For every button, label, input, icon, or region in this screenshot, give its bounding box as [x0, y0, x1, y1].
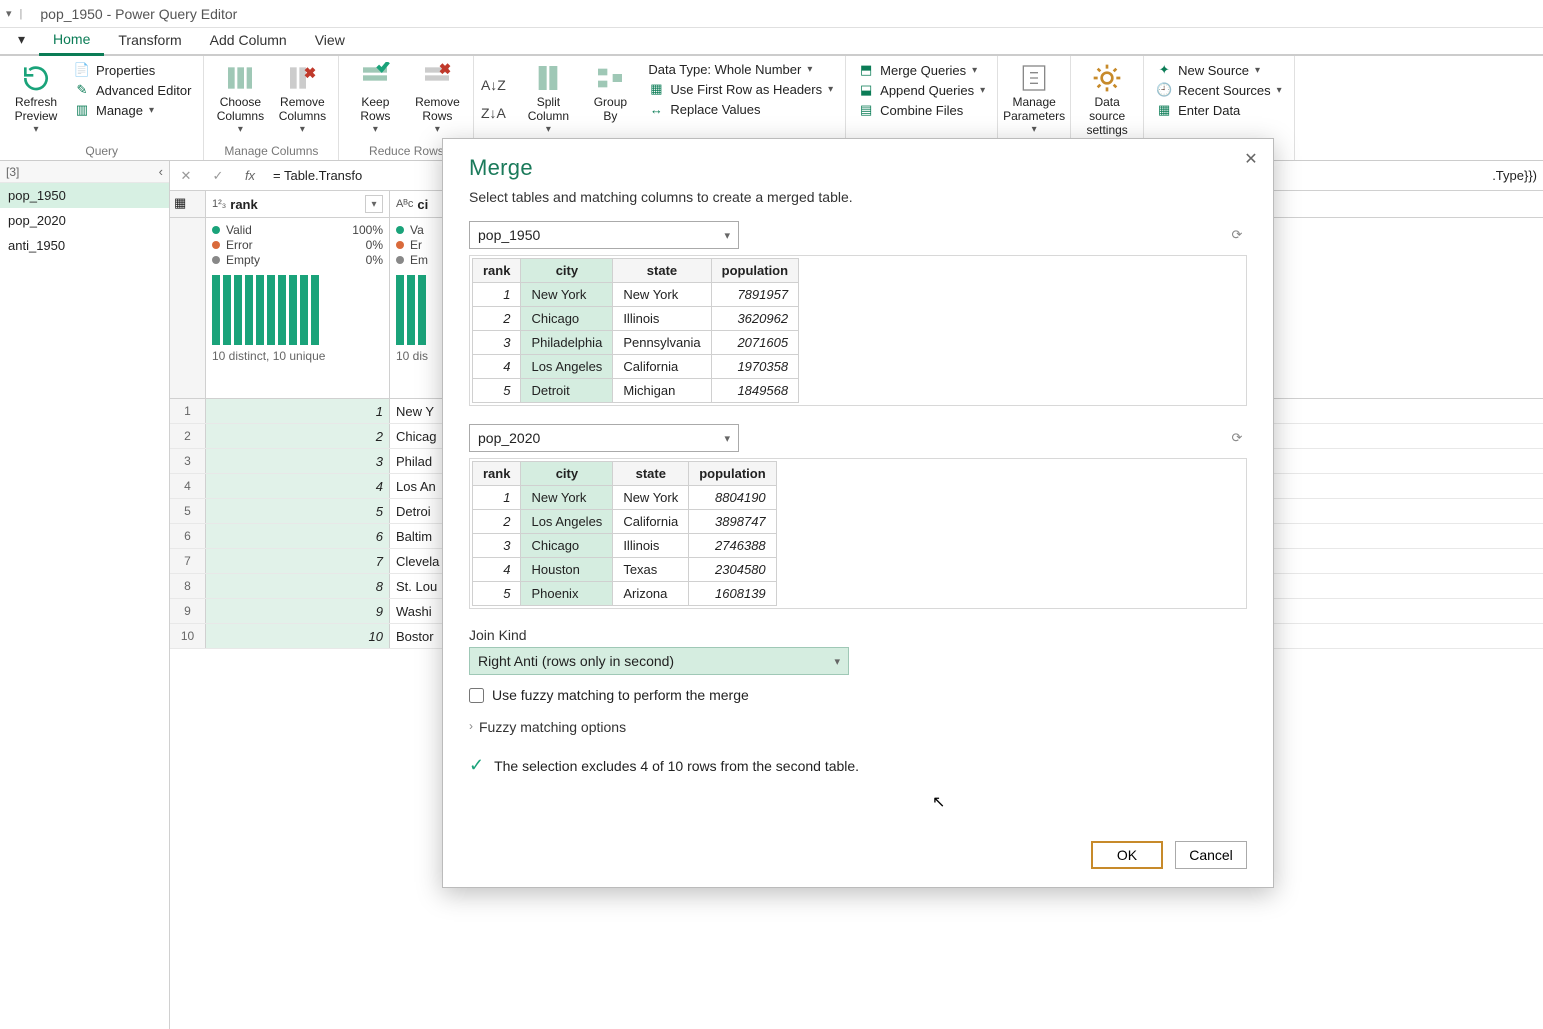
tab-transform[interactable]: Transform — [104, 26, 195, 54]
choose-columns-button[interactable]: Choose Columns — [210, 60, 270, 138]
quality-rank: Valid100% Error0% Empty0% 10 distinct, 1… — [206, 218, 390, 398]
remove-columns-button[interactable]: Remove Columns — [272, 60, 332, 138]
parameters-icon — [1018, 62, 1050, 94]
replace-values-button[interactable]: ↔Replace Values — [642, 99, 839, 119]
data-source-settings-button[interactable]: Data source settings — [1077, 60, 1137, 138]
manage-button[interactable]: ▥Manage — [68, 100, 197, 120]
headers-icon: ▦ — [648, 81, 664, 97]
ok-button[interactable]: OK — [1091, 841, 1163, 869]
fuzzy-checkbox[interactable] — [469, 688, 484, 703]
append-icon: ⬓ — [858, 82, 874, 98]
sort-asc-button[interactable]: A↓Z — [481, 77, 506, 93]
properties-icon: 📄 — [74, 62, 90, 78]
refresh-preview-button[interactable]: Refresh Preview — [6, 60, 66, 138]
qat-divider: | — [20, 8, 23, 20]
choose-columns-icon — [224, 62, 256, 94]
table1-select[interactable]: pop_1950 — [469, 221, 739, 249]
tab-file[interactable]: ▾ — [4, 25, 39, 54]
fx-icon[interactable]: fx — [238, 164, 262, 188]
remove-columns-icon — [286, 62, 318, 94]
recent-icon: 🕘 — [1156, 82, 1172, 98]
row-header-corner[interactable]: ▦ — [170, 191, 206, 217]
recent-sources-button[interactable]: 🕘Recent Sources — [1150, 80, 1288, 100]
gear-icon — [1091, 62, 1123, 94]
new-source-icon: ✦ — [1156, 62, 1172, 78]
title-bar: ▾ | pop_1950 - Power Query Editor — [0, 0, 1543, 28]
status-row: ✓ The selection excludes 4 of 10 rows fr… — [469, 755, 1247, 776]
cancel-button[interactable]: Cancel — [1175, 841, 1247, 869]
combine-icon: ▤ — [858, 102, 874, 118]
type-text-icon: Aᴮc — [396, 198, 413, 210]
merge-dialog: ✕ Merge Select tables and matching colum… — [442, 138, 1274, 888]
tab-view[interactable]: View — [301, 26, 359, 54]
enter-data-button[interactable]: ▦Enter Data — [1150, 100, 1288, 120]
editor-icon: ✎ — [74, 82, 90, 98]
dialog-title: Merge — [469, 155, 1247, 181]
query-item-anti-1950[interactable]: anti_1950 — [0, 233, 169, 258]
table-icon: ▦ — [1156, 102, 1172, 118]
close-button[interactable]: ✕ — [1239, 147, 1263, 171]
qat-chevron-icon[interactable]: ▾ — [6, 7, 12, 20]
properties-button[interactable]: 📄Properties — [68, 60, 197, 80]
append-queries-button[interactable]: ⬓Append Queries — [852, 80, 991, 100]
fuzzy-label: Use fuzzy matching to perform the merge — [492, 687, 749, 703]
advanced-editor-button[interactable]: ✎Advanced Editor — [68, 80, 197, 100]
merge-queries-button[interactable]: ⬒Merge Queries — [852, 60, 991, 80]
remove-rows-button[interactable]: Remove Rows — [407, 60, 467, 138]
refresh-table2-icon[interactable]: ⟳ — [1227, 428, 1247, 448]
type-number-icon: 1²₃ — [212, 198, 226, 210]
table2-select[interactable]: pop_2020 — [469, 424, 739, 452]
split-icon — [532, 62, 564, 94]
queries-pane: [3] ‹ pop_1950 pop_2020 anti_1950 — [0, 161, 170, 1029]
window-title: pop_1950 - Power Query Editor — [40, 6, 237, 22]
group-manage-columns-label: Manage Columns — [210, 142, 332, 158]
chevron-left-icon[interactable]: ‹ — [159, 164, 163, 179]
filter-dropdown-icon[interactable]: ▾ — [365, 195, 383, 213]
group-query-label: Query — [6, 142, 197, 158]
formula-tail-text: .Type}}) — [1486, 164, 1543, 187]
formula-accept-button[interactable]: ✓ — [206, 164, 230, 188]
tab-home[interactable]: Home — [39, 25, 104, 56]
keep-rows-button[interactable]: Keep Rows — [345, 60, 405, 138]
ribbon-tabs: ▾ Home Transform Add Column View — [0, 28, 1543, 56]
check-icon: ✓ — [469, 755, 484, 776]
quick-access-toolbar: ▾ | — [6, 7, 26, 20]
quality-city: Va Er Em 10 dis — [390, 218, 450, 398]
formula-cancel-button[interactable]: ✕ — [174, 164, 198, 188]
combine-files-button[interactable]: ▤Combine Files — [852, 100, 991, 120]
queries-header[interactable]: [3] ‹ — [0, 161, 169, 183]
refresh-table1-icon[interactable]: ⟳ — [1227, 225, 1247, 245]
data-type-button[interactable]: Data Type: Whole Number — [642, 60, 839, 79]
first-row-headers-button[interactable]: ▦Use First Row as Headers — [642, 79, 839, 99]
merge-icon: ⬒ — [858, 62, 874, 78]
col-header-rank[interactable]: 1²₃ rank ▾ — [206, 191, 390, 217]
manage-icon: ▥ — [74, 102, 90, 118]
refresh-icon — [20, 62, 52, 94]
replace-icon: ↔ — [648, 101, 664, 117]
split-column-button[interactable]: Split Column — [518, 60, 578, 138]
col-header-city[interactable]: Aᴮc ci — [390, 191, 450, 217]
query-item-pop-1950[interactable]: pop_1950 — [0, 183, 169, 208]
join-kind-label: Join Kind — [469, 627, 1247, 643]
group-icon — [594, 62, 626, 94]
fuzzy-options-expander[interactable]: Fuzzy matching options — [469, 719, 1247, 735]
tab-add-column[interactable]: Add Column — [196, 26, 301, 54]
table2-preview: rankcitystatepopulation1New YorkNew York… — [469, 458, 1247, 609]
dialog-subtitle: Select tables and matching columns to cr… — [469, 189, 1247, 205]
query-item-pop-2020[interactable]: pop_2020 — [0, 208, 169, 233]
group-by-button[interactable]: Group By — [580, 60, 640, 138]
manage-parameters-button[interactable]: Manage Parameters — [1004, 60, 1064, 138]
keep-rows-icon — [359, 62, 391, 94]
sort-desc-button[interactable]: Z↓A — [481, 105, 506, 121]
table1-preview: rankcitystatepopulation1New YorkNew York… — [469, 255, 1247, 406]
join-kind-select[interactable]: Right Anti (rows only in second) — [469, 647, 849, 675]
remove-rows-icon — [421, 62, 453, 94]
new-source-button[interactable]: ✦New Source — [1150, 60, 1288, 80]
